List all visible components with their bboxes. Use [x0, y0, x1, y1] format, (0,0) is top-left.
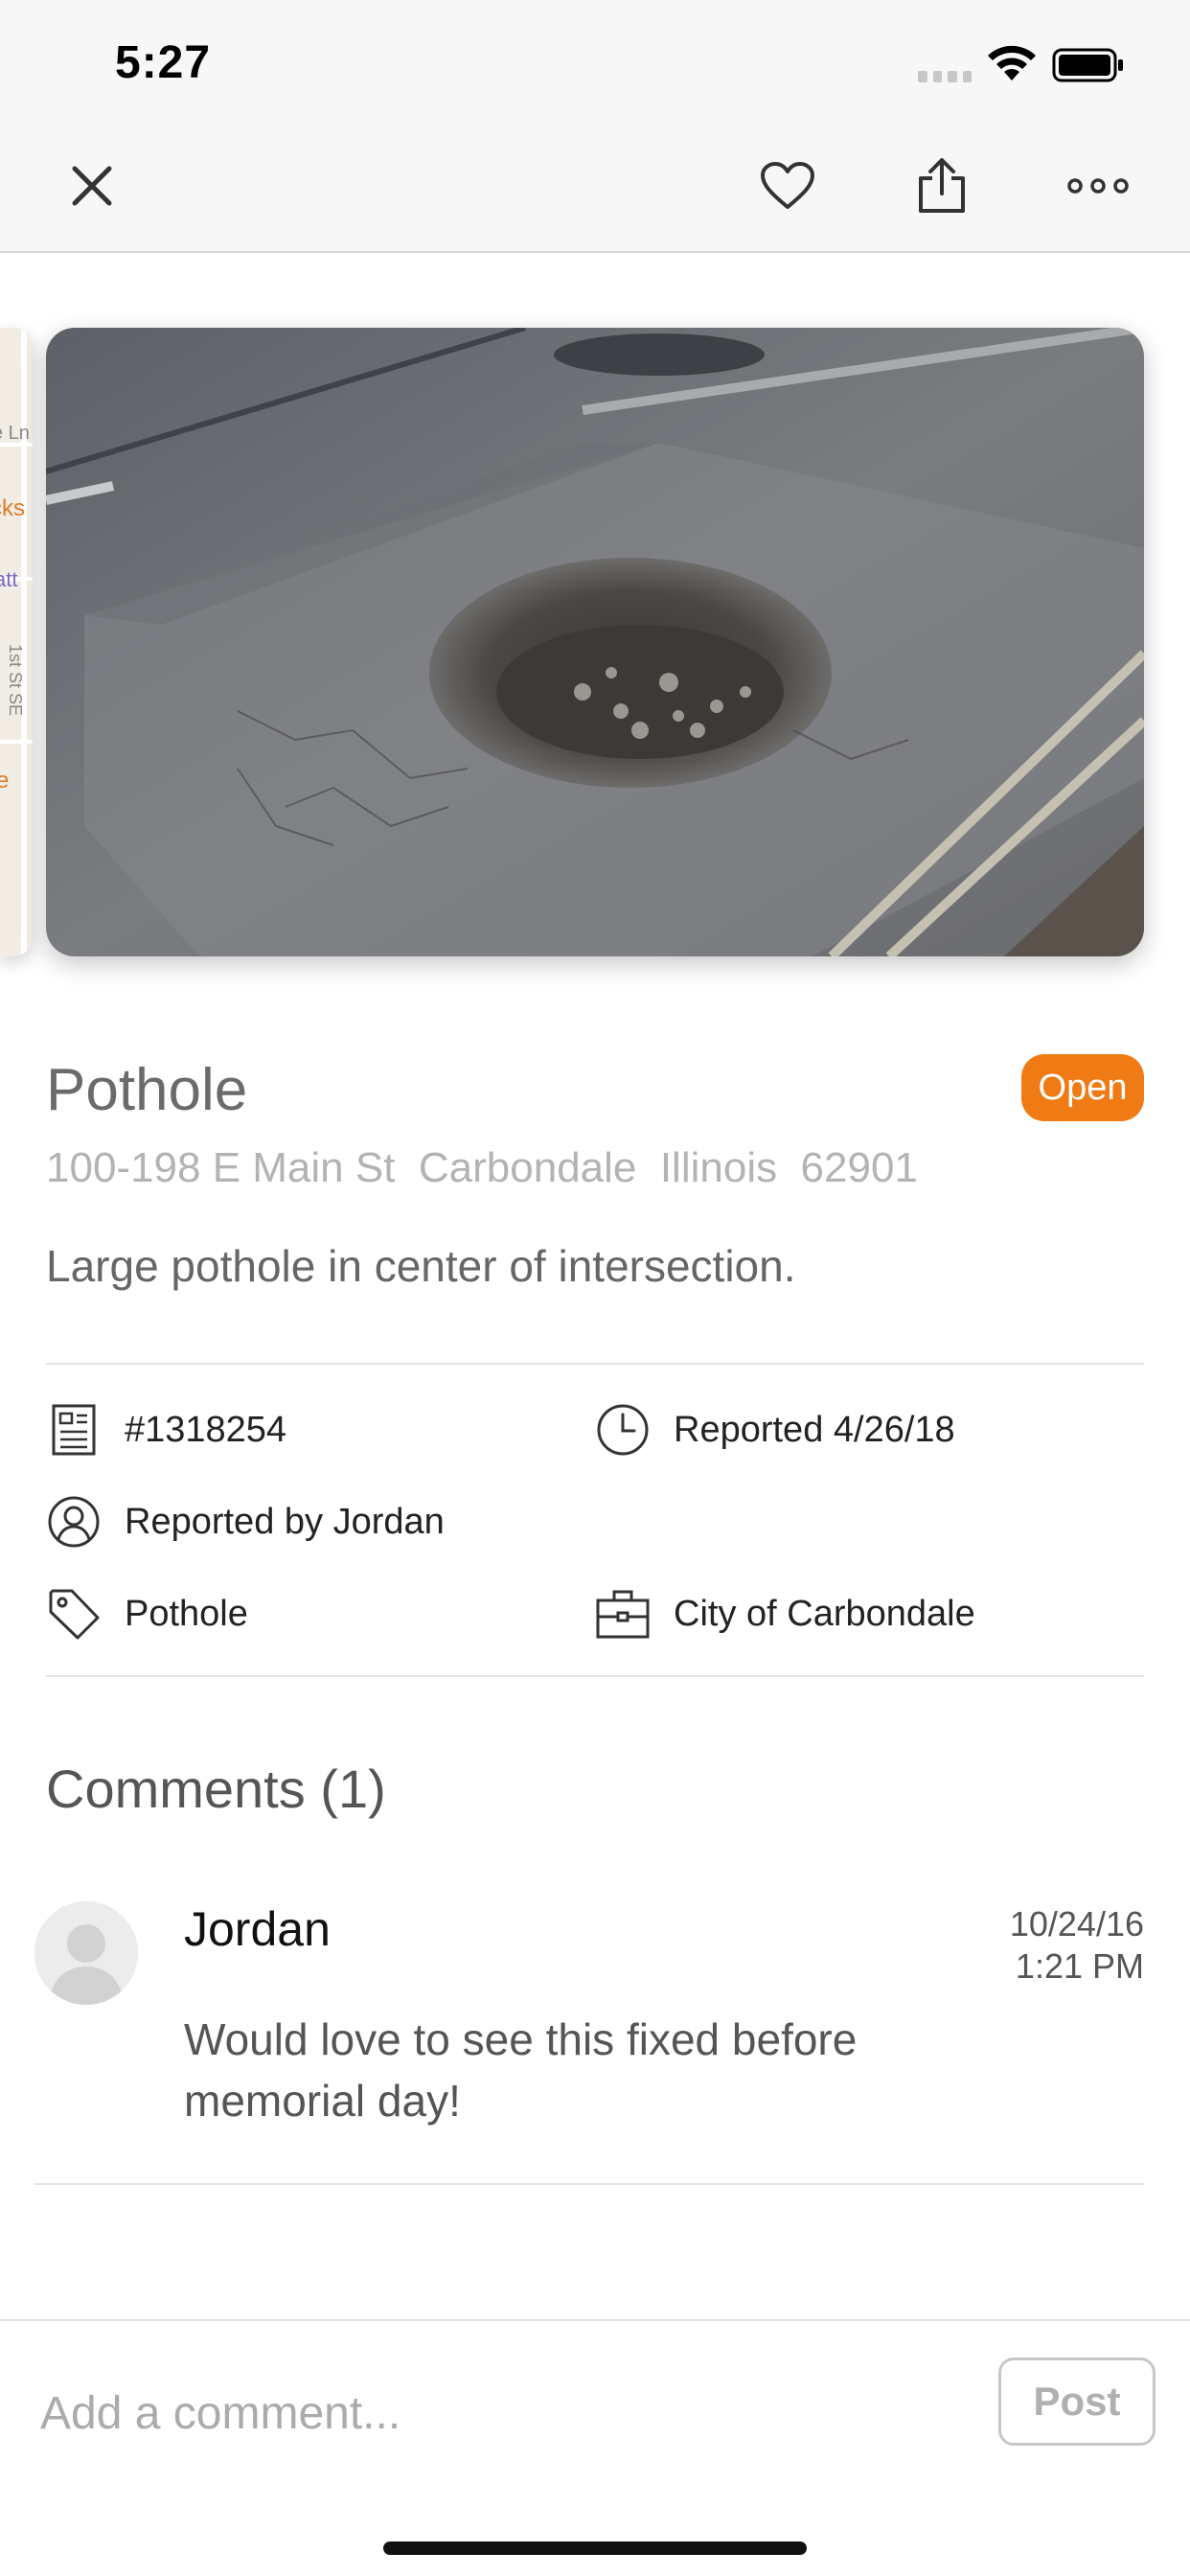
document-icon — [46, 1402, 102, 1458]
comment-text: Would love to see this fixed before memo… — [184, 2014, 858, 2126]
comment-time: 1:21 PM — [1015, 1946, 1144, 1986]
post-button[interactable]: Post — [998, 2358, 1156, 2446]
map-label: e Ln — [0, 423, 30, 444]
ellipsis-icon — [1067, 178, 1129, 194]
top-bar: 5:27 — [0, 0, 1190, 253]
divider — [34, 2183, 1144, 2185]
comment-input[interactable] — [40, 2375, 960, 2451]
favorite-button[interactable] — [753, 151, 822, 220]
comments-heading: Comments (1) — [46, 1759, 386, 1819]
issue-id-detail: #1318254 — [46, 1399, 286, 1460]
briefcase-icon — [595, 1586, 651, 1642]
share-icon — [919, 158, 965, 213]
avatar-placeholder-icon — [34, 1901, 138, 2005]
share-button[interactable] — [907, 151, 976, 220]
issue-address[interactable]: 100-198 E Main St Carbondale Illinois 62… — [46, 1144, 918, 1192]
department: City of Carbondale — [674, 1593, 975, 1634]
reporter-detail: Reported by Jordan — [46, 1491, 445, 1552]
status-time: 5:27 — [115, 37, 212, 88]
map-thumbnail[interactable]: e Ln cks att 1st St SE e — [0, 328, 33, 956]
close-button[interactable] — [57, 151, 126, 220]
battery-icon — [1052, 48, 1123, 82]
comment-timestamp: 10/24/16 1:21 PM — [1010, 1903, 1144, 1988]
close-icon — [72, 166, 112, 206]
reported-date-detail: Reported 4/26/18 — [595, 1399, 955, 1460]
more-options-button[interactable] — [1064, 151, 1133, 220]
issue-title: Pothole — [46, 1057, 248, 1123]
wifi-icon — [988, 45, 1036, 80]
comment-author: Jordan — [184, 1902, 331, 1956]
issue-description: Large pothole in center of intersection. — [46, 1241, 796, 1291]
department-detail: City of Carbondale — [595, 1583, 975, 1644]
divider — [46, 1363, 1144, 1365]
user-icon — [46, 1494, 102, 1550]
heart-icon — [761, 162, 814, 209]
map-label: cks — [0, 495, 25, 521]
map-label: att — [0, 567, 17, 591]
comment-composer: Post — [0, 2319, 1190, 2576]
map-label: e — [0, 768, 9, 794]
category: Pothole — [125, 1593, 248, 1634]
comment-date: 10/24/16 — [1009, 1904, 1144, 1944]
avatar[interactable] — [34, 1901, 138, 2005]
reported-date: Reported 4/26/18 — [674, 1409, 955, 1450]
pothole-photo-image — [46, 328, 1144, 956]
map-image: e Ln cks att 1st St SE e — [0, 328, 33, 956]
issue-id: #1318254 — [125, 1409, 287, 1450]
issue-photo[interactable] — [46, 328, 1144, 956]
divider — [46, 1675, 1144, 1677]
status-badge: Open — [1021, 1054, 1144, 1121]
home-indicator[interactable] — [383, 2542, 807, 2555]
map-label: 1st St SE — [6, 644, 25, 716]
reporter-name: Reported by Jordan — [125, 1501, 445, 1542]
cellular-signal-icon — [918, 71, 972, 82]
clock-icon — [595, 1402, 651, 1458]
category-detail: Pothole — [46, 1583, 248, 1644]
tag-icon — [46, 1586, 102, 1642]
